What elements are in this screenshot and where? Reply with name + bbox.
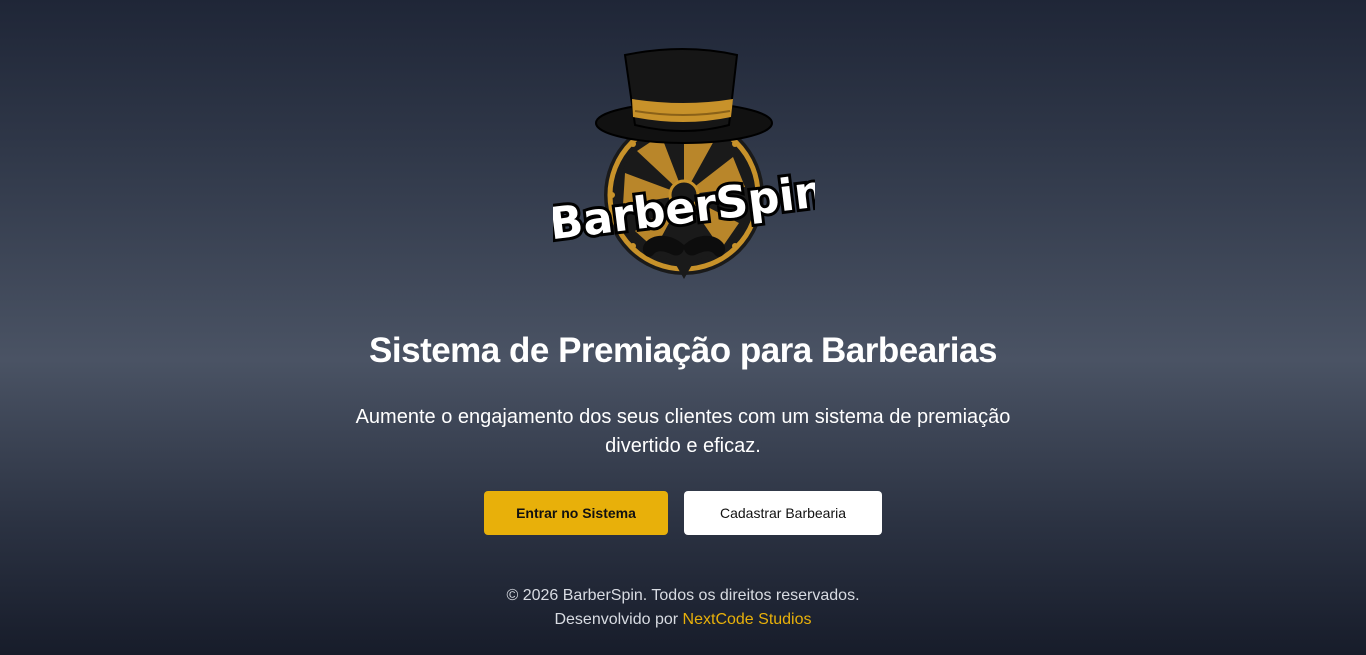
top-hat-icon [595, 48, 773, 144]
login-button[interactable]: Entrar no Sistema [484, 491, 668, 535]
page-title: Sistema de Premiação para Barbearias [369, 331, 997, 370]
barberspin-logo: BarberSpin [553, 48, 815, 279]
register-barbershop-button[interactable]: Cadastrar Barbearia [684, 491, 882, 535]
developed-by-label: Desenvolvido por [554, 611, 679, 628]
developer-link[interactable]: NextCode Studios [683, 611, 812, 628]
developer-credit: Desenvolvido por NextCode Studios [0, 608, 1366, 632]
landing-page: BarberSpin Sistema de Premiação para Bar… [0, 0, 1366, 655]
footer: © 2026 BarberSpin. Todos os direitos res… [0, 584, 1366, 632]
copyright-text: © 2026 BarberSpin. Todos os direitos res… [506, 587, 860, 604]
page-subtitle: Aumente o engajamento dos seus clientes … [355, 406, 1011, 457]
